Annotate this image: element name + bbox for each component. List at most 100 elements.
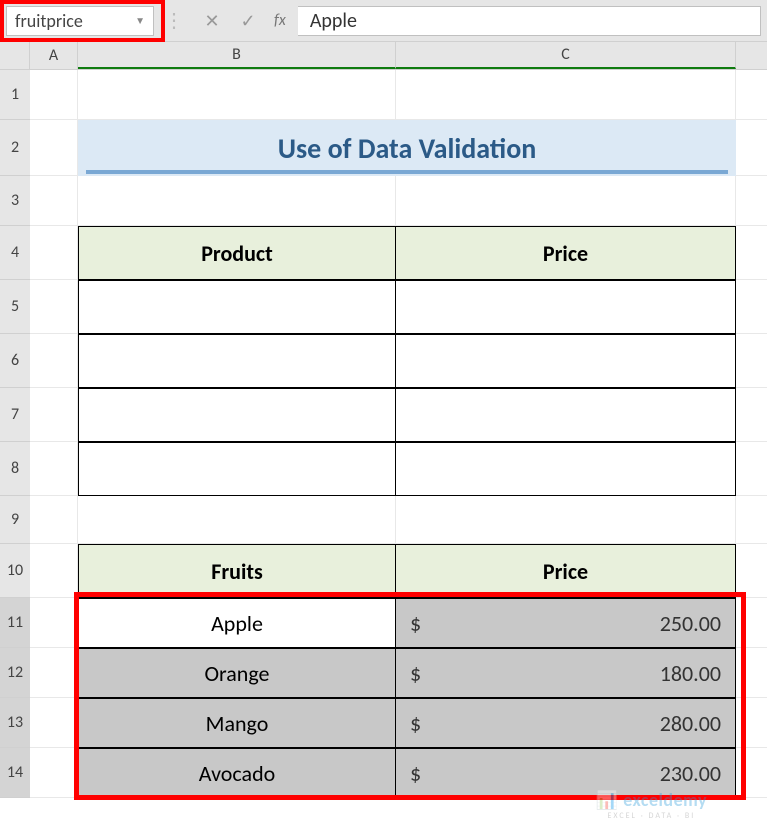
cell[interactable] (30, 544, 78, 597)
cell[interactable] (30, 388, 78, 441)
cell-fruit[interactable]: Avocado (78, 748, 396, 798)
cell[interactable] (30, 698, 78, 747)
currency-symbol: $ (410, 710, 421, 737)
price-value: 280.00 (660, 710, 721, 737)
cell[interactable] (30, 496, 78, 543)
rows-container: Use of Data Validation Product Price (30, 70, 767, 798)
col-header-a[interactable]: A (30, 42, 78, 69)
watermark: 📊 exceldemy EXCEL · DATA · BI (596, 789, 707, 821)
cell[interactable] (30, 280, 78, 333)
price-value: 250.00 (660, 610, 721, 637)
cell[interactable] (30, 226, 78, 279)
header-fruits[interactable]: Fruits (78, 544, 396, 598)
row-header-14[interactable]: 14 (0, 748, 30, 798)
cell-price[interactable]: $ 280.00 (396, 698, 736, 748)
row-header-9[interactable]: 9 (0, 496, 30, 544)
divider: ⋮ (164, 8, 184, 33)
row-header-4[interactable]: 4 (0, 226, 30, 280)
fruits-price-table: Fruits Price Apple $ 250.00 Orange $ 180… (78, 544, 736, 798)
title-underline (86, 170, 728, 174)
cell[interactable] (30, 334, 78, 387)
cell[interactable] (78, 176, 396, 225)
currency-symbol: $ (410, 610, 421, 637)
cell[interactable] (78, 70, 396, 119)
formula-value: Apple (310, 9, 357, 33)
formula-bar: fruitprice ▼ ⋮ ✕ ✓ fx Apple (0, 0, 767, 42)
cell-product[interactable] (78, 442, 396, 496)
table-row: Orange $ 180.00 (78, 648, 736, 698)
table-header-row: Product Price (78, 226, 736, 280)
cell[interactable] (30, 70, 78, 119)
row-headers-container: 1 2 3 4 5 6 7 8 9 10 11 12 13 14 (0, 42, 30, 829)
watermark-sub: EXCEL · DATA · BI (596, 811, 707, 821)
col-header-c[interactable]: C (396, 42, 736, 69)
table-row (78, 334, 736, 388)
currency-symbol: $ (410, 760, 421, 787)
cell-price[interactable]: $ 250.00 (396, 598, 736, 648)
row-header-13[interactable]: 13 (0, 698, 30, 748)
row-header-2[interactable]: 2 (0, 120, 30, 176)
table-row (78, 442, 736, 496)
price-value: 230.00 (660, 760, 721, 787)
formula-input[interactable]: Apple (298, 6, 761, 36)
col-header-b[interactable]: B (78, 42, 396, 69)
row-header-7[interactable]: 7 (0, 388, 30, 442)
confirm-formula-button[interactable]: ✓ (230, 7, 266, 35)
cell-price[interactable] (396, 442, 736, 496)
row-header-1[interactable]: 1 (0, 70, 30, 120)
cell[interactable] (78, 496, 396, 543)
cell[interactable] (30, 442, 78, 495)
check-icon: ✓ (240, 10, 255, 32)
cell-price[interactable] (396, 388, 736, 442)
cell[interactable] (396, 70, 736, 119)
price-value: 180.00 (660, 660, 721, 687)
cell[interactable] (30, 648, 78, 697)
cancel-formula-button[interactable]: ✕ (194, 7, 230, 35)
grid-area: 1 2 3 4 5 6 7 8 9 10 11 12 13 14 A B C (0, 42, 767, 829)
table-row (78, 280, 736, 334)
cell[interactable] (30, 176, 78, 225)
grid-row (30, 70, 767, 120)
table-header-row: Fruits Price (78, 544, 736, 598)
select-all-corner[interactable] (0, 42, 30, 70)
row-header-5[interactable]: 5 (0, 280, 30, 334)
row-header-3[interactable]: 3 (0, 176, 30, 226)
row-header-10[interactable]: 10 (0, 544, 30, 598)
cell-price[interactable] (396, 334, 736, 388)
cell-product[interactable] (78, 334, 396, 388)
row-header-11[interactable]: 11 (0, 598, 30, 648)
watermark-icon: 📊 (596, 789, 619, 811)
page-title: Use of Data Validation (78, 120, 736, 176)
name-box-dropdown-icon[interactable]: ▼ (135, 14, 145, 27)
cell-fruit[interactable]: Orange (78, 648, 396, 698)
grid-row (30, 176, 767, 226)
header-price[interactable]: Price (396, 544, 736, 598)
cell[interactable] (30, 598, 78, 647)
cell-fruit[interactable]: Apple (78, 598, 396, 648)
row-header-8[interactable]: 8 (0, 442, 30, 496)
fx-icon[interactable]: fx (274, 11, 286, 30)
grid-row (30, 496, 767, 544)
row-header-6[interactable]: 6 (0, 334, 30, 388)
cell[interactable] (30, 748, 78, 797)
product-price-table: Product Price (78, 226, 736, 496)
header-price[interactable]: Price (396, 226, 736, 280)
table-row: Mango $ 280.00 (78, 698, 736, 748)
x-icon: ✕ (204, 10, 219, 32)
cell-price[interactable] (396, 280, 736, 334)
row-header-12[interactable]: 12 (0, 648, 30, 698)
cell-fruit[interactable]: Mango (78, 698, 396, 748)
main-grid: A B C Use of Data Validation (30, 42, 767, 829)
cell[interactable] (396, 496, 736, 543)
cell-product[interactable] (78, 280, 396, 334)
cell-product[interactable] (78, 388, 396, 442)
cell[interactable] (396, 176, 736, 225)
watermark-text: exceldemy (623, 789, 707, 811)
header-product[interactable]: Product (78, 226, 396, 280)
table-row: Apple $ 250.00 (78, 598, 736, 648)
cell-price[interactable]: $ 180.00 (396, 648, 736, 698)
cell[interactable] (30, 120, 78, 175)
col-headers: A B C (30, 42, 767, 70)
currency-symbol: $ (410, 660, 421, 687)
name-box[interactable]: fruitprice ▼ (6, 6, 154, 36)
